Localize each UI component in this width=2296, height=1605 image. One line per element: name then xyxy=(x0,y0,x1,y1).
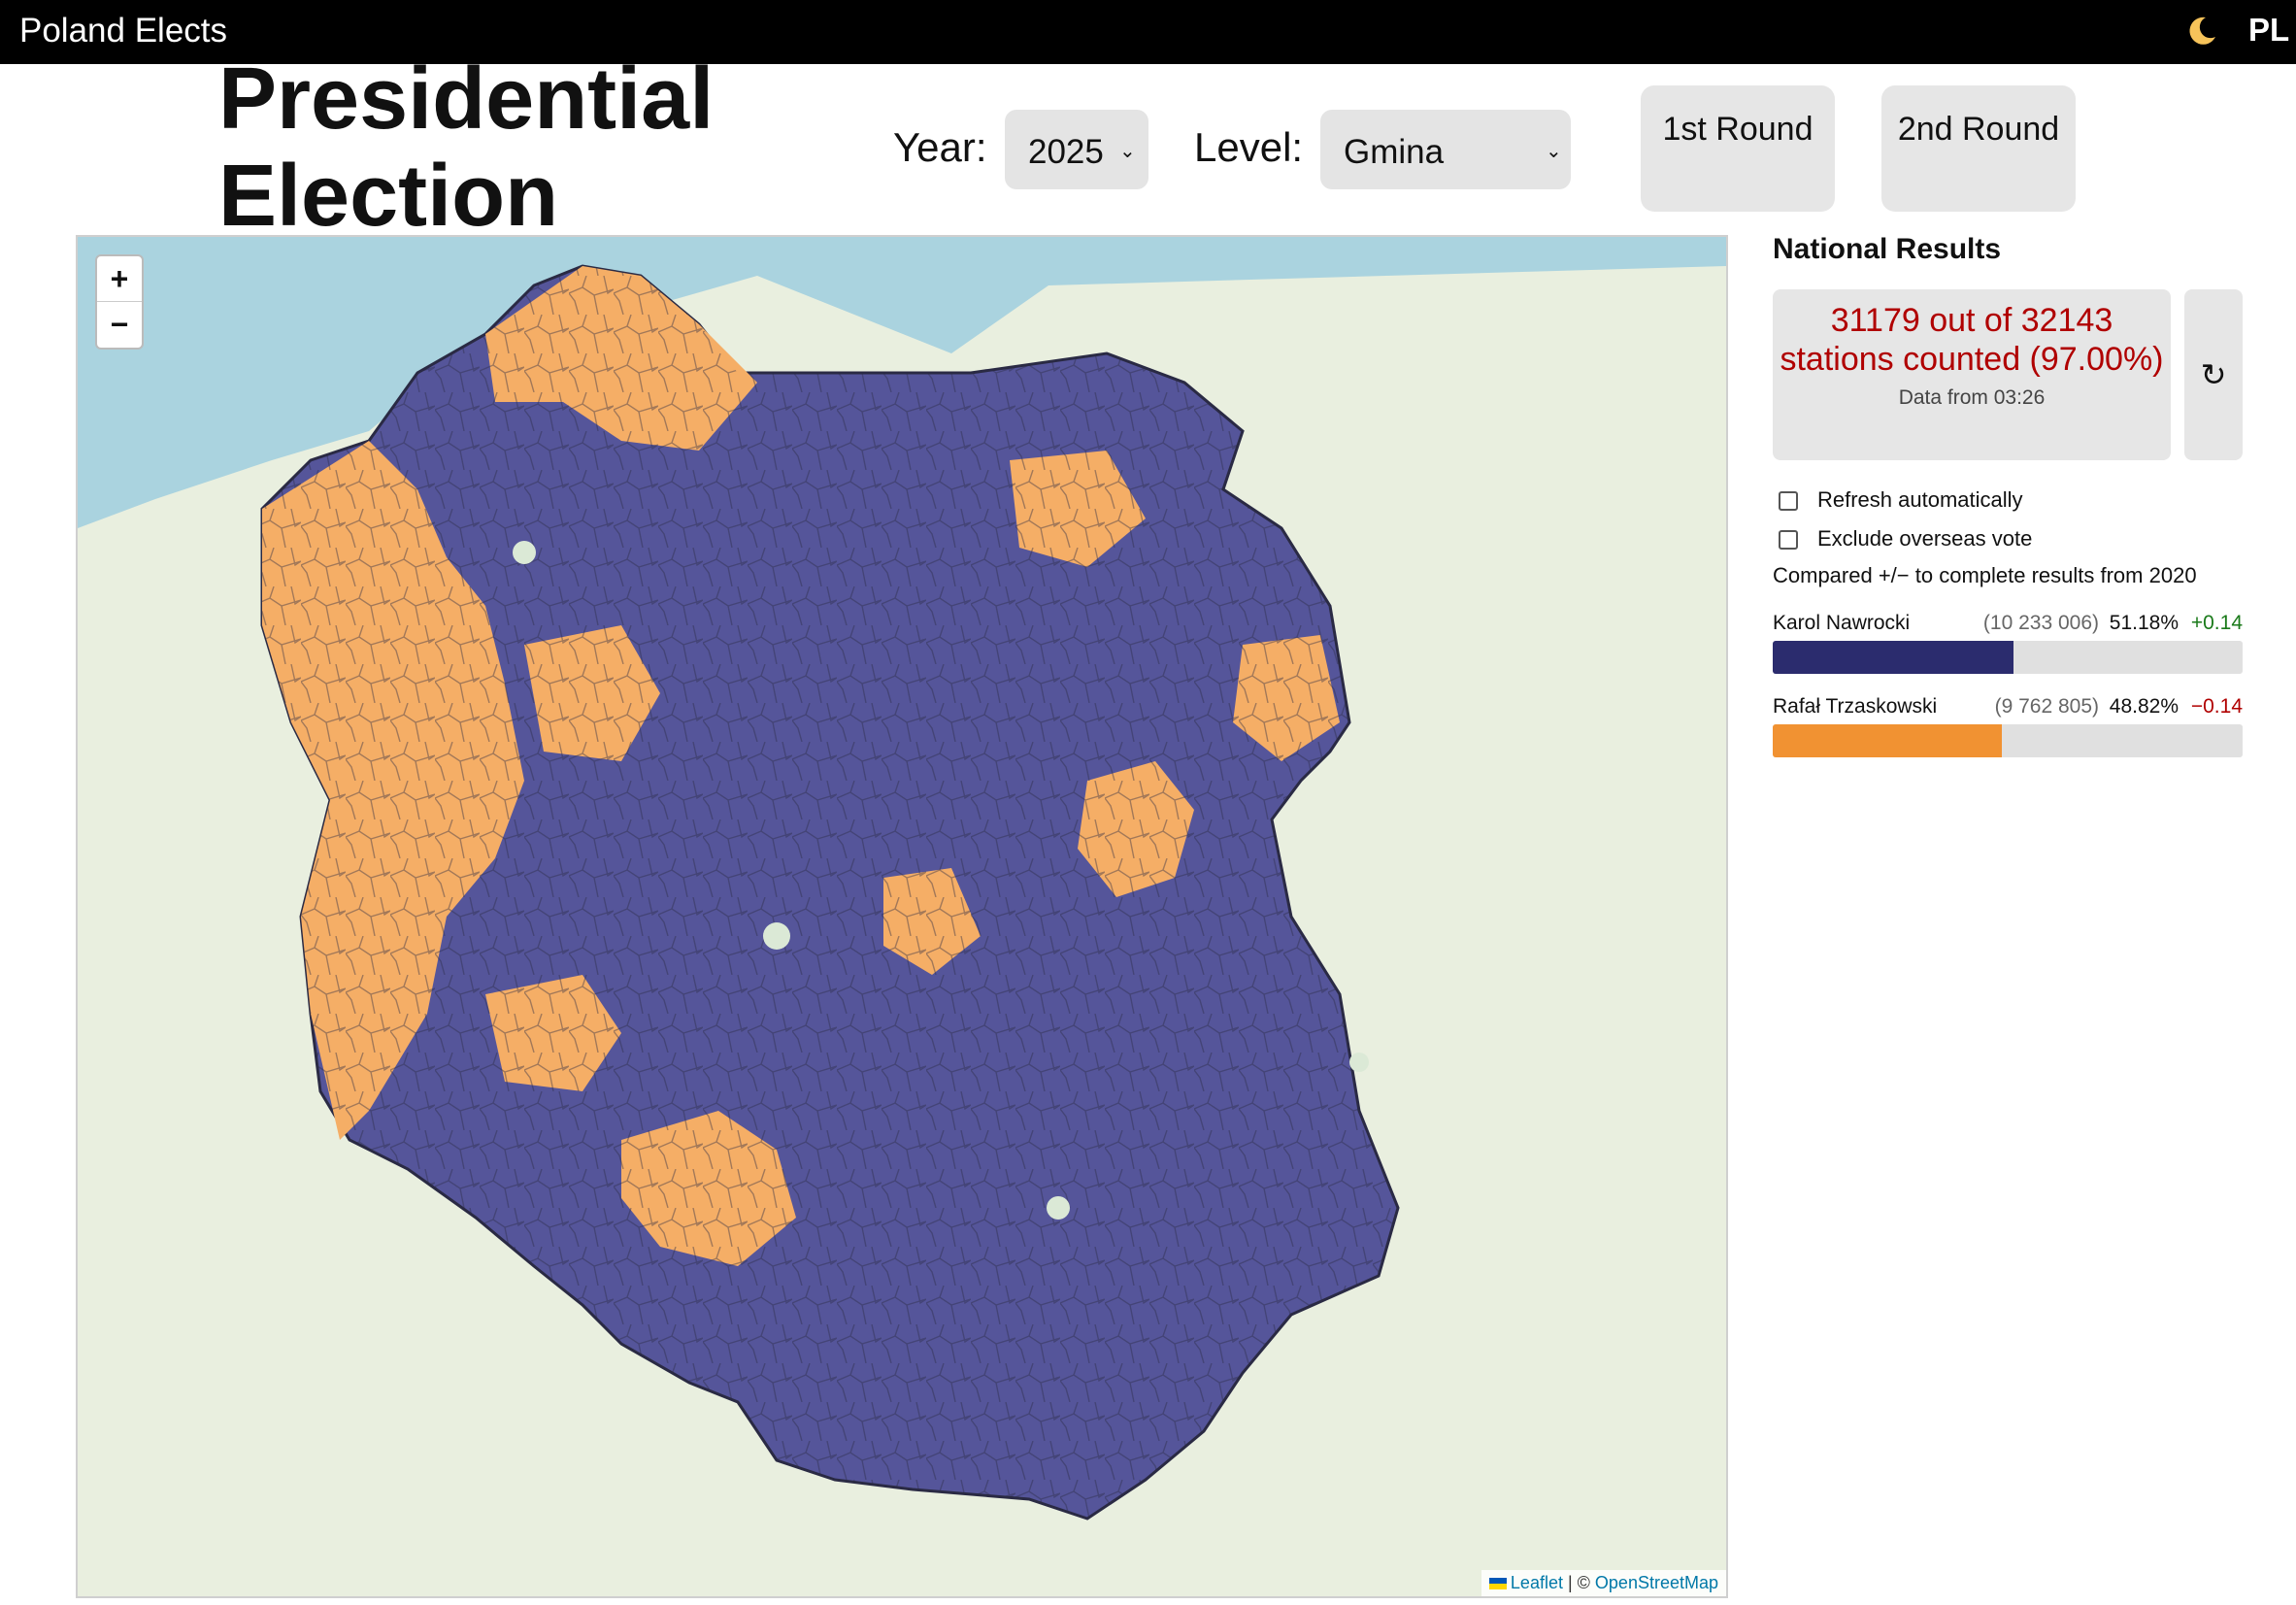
stations-counted-text: 31179 out of 32143 stations counted (97.… xyxy=(1780,302,2164,378)
candidate-votes: (10 233 006) xyxy=(1982,612,2099,634)
candidate-bar xyxy=(1773,641,2013,674)
candidate-bar-track xyxy=(1773,724,2243,757)
leaflet-link[interactable]: Leaflet xyxy=(1511,1573,1563,1592)
moon-icon[interactable] xyxy=(2184,14,2219,49)
first-round-button[interactable]: 1st Round xyxy=(1641,85,1835,212)
national-results-title: National Results xyxy=(1773,233,2002,265)
map-canvas xyxy=(78,237,1726,1521)
candidate-row: Rafał Trzaskowski (9 762 805) 48.82% −0.… xyxy=(1773,695,2243,763)
refresh-button[interactable]: ↻ xyxy=(2184,289,2243,460)
candidate-bar-track xyxy=(1773,641,2243,674)
level-select[interactable]: Gmina ⌄ xyxy=(1320,110,1571,189)
year-select[interactable]: 2025 ⌄ xyxy=(1005,110,1148,189)
exclude-overseas-label: Exclude overseas vote xyxy=(1817,526,2033,551)
level-value: Gmina xyxy=(1344,133,1445,171)
zoom-out-button[interactable]: − xyxy=(97,302,142,347)
candidate-votes: (9 762 805) xyxy=(1994,695,2099,718)
candidate-percent: 51.18% xyxy=(2109,612,2179,634)
ukraine-flag-icon xyxy=(1488,1578,1507,1590)
language-toggle[interactable]: PL xyxy=(2248,12,2289,49)
second-round-button[interactable]: 2nd Round xyxy=(1881,85,2076,212)
level-label: Level: xyxy=(1194,124,1304,170)
refresh-automatically-label: Refresh automatically xyxy=(1817,487,2023,512)
comparison-note: Compared +/− to complete results from 20… xyxy=(1773,563,2197,587)
year-label: Year: xyxy=(893,124,987,170)
refresh-icon: ↻ xyxy=(2200,357,2227,392)
candidate-change: +0.14 xyxy=(2190,612,2243,634)
attribution-separator: | © xyxy=(1562,1573,1595,1592)
candidate-name: Rafał Trzaskowski xyxy=(1773,695,1938,718)
data-timestamp: Data from 03:26 xyxy=(1898,386,2046,409)
checkbox-icon xyxy=(1779,491,1798,512)
chevron-down-icon: ⌄ xyxy=(1546,141,1562,162)
stations-counted-box: 31179 out of 32143 stations counted (97.… xyxy=(1773,289,2171,460)
osm-link[interactable]: OpenStreetMap xyxy=(1595,1573,1718,1592)
candidate-change: −0.14 xyxy=(2190,695,2243,718)
refresh-automatically-checkbox[interactable]: Refresh automatically xyxy=(1773,487,2023,513)
candidate-row: Karol Nawrocki (10 233 006) 51.18% +0.14 xyxy=(1773,612,2243,680)
candidate-name: Karol Nawrocki xyxy=(1773,612,1911,634)
year-value: 2025 xyxy=(1028,133,1104,171)
election-map[interactable]: + − Leaflet | © OpenStreetMap xyxy=(76,235,1728,1598)
zoom-in-button[interactable]: + xyxy=(97,256,142,302)
candidate-percent: 48.82% xyxy=(2109,695,2179,718)
checkbox-icon xyxy=(1779,530,1798,551)
app-title[interactable]: Poland Elects xyxy=(19,12,227,50)
candidate-bar xyxy=(1773,724,2003,757)
zoom-control: + − xyxy=(95,254,144,350)
chevron-down-icon: ⌄ xyxy=(1119,141,1136,162)
exclude-overseas-checkbox[interactable]: Exclude overseas vote xyxy=(1773,526,2032,552)
map-attribution: Leaflet | © OpenStreetMap xyxy=(1481,1570,1726,1596)
